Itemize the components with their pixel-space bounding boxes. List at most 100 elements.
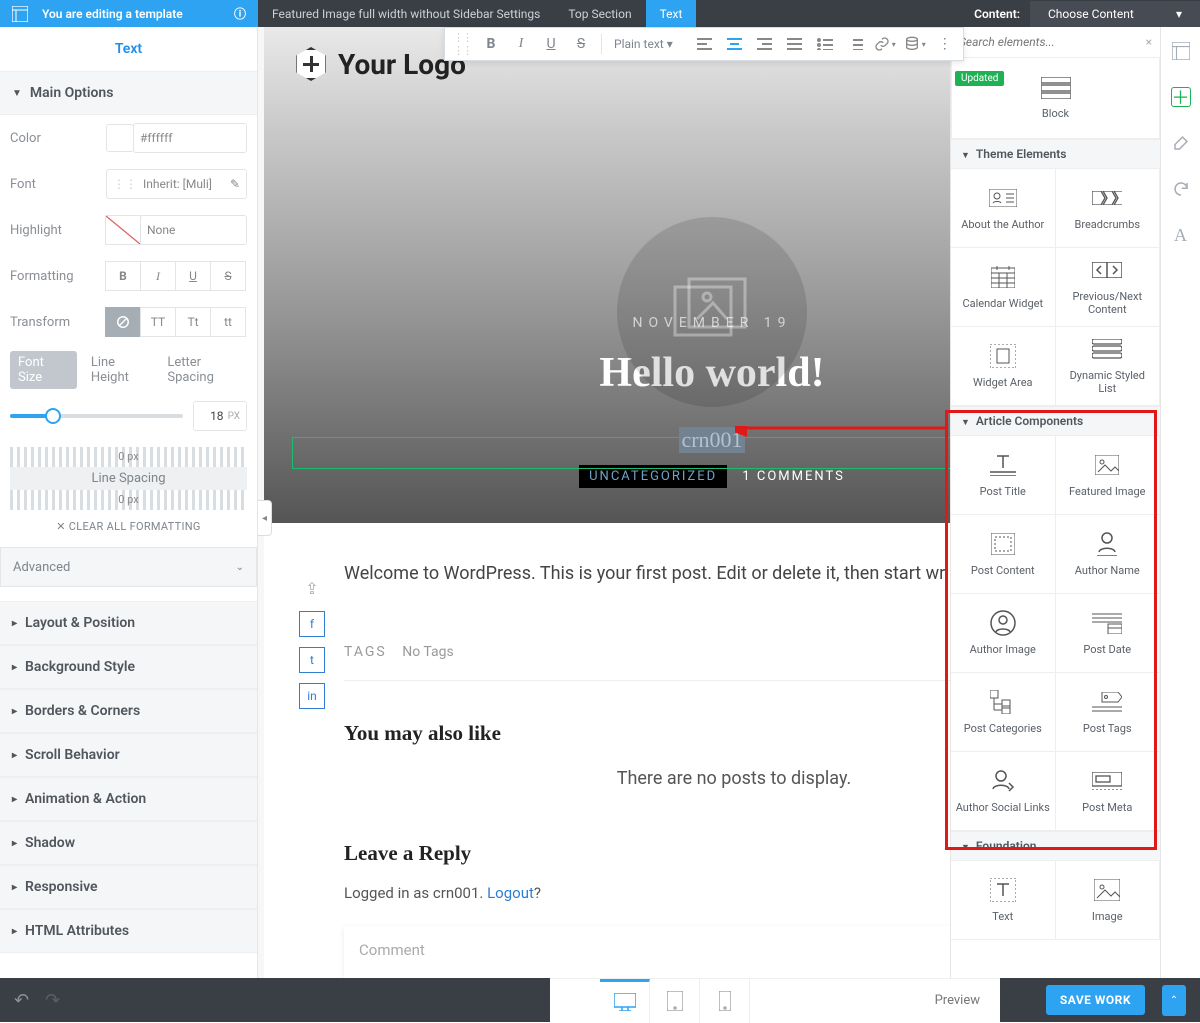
clear-formatting-button[interactable]: ✕ CLEAR ALL FORMATTING	[0, 510, 257, 547]
logout-link[interactable]: Logout	[487, 884, 534, 902]
block-icon	[1041, 77, 1071, 99]
right-tool-rail: ＋ A	[1160, 27, 1200, 1022]
breadcrumb-item[interactable]: Top Section	[554, 0, 645, 27]
tb-strike[interactable]: S	[567, 30, 595, 58]
main-options-header[interactable]: ▼Main Options	[0, 71, 257, 115]
highlight-input[interactable]: None	[140, 215, 247, 245]
logo-row: Your Logo	[294, 47, 466, 81]
template-rail-icon[interactable]	[1171, 41, 1191, 61]
share-icon[interactable]: ⇪	[299, 575, 325, 601]
list-ol-icon[interactable]	[841, 30, 869, 58]
foundation-grid: Text Image	[951, 861, 1160, 940]
element-breadcrumbs[interactable]: Breadcrumbs	[1055, 168, 1161, 248]
preview-button[interactable]: Preview	[915, 993, 1000, 1008]
element-about-author[interactable]: About the Author	[950, 168, 1056, 248]
font-option: Font ⋮⋮Inherit: [Muli]✎	[0, 161, 257, 207]
font-size-slider[interactable]	[10, 414, 183, 418]
element-image[interactable]: Image	[1055, 860, 1161, 940]
tb-format-select[interactable]: Plain text ▾	[608, 37, 689, 51]
image-icon	[1092, 878, 1122, 902]
animation-action-section[interactable]: ▸Animation & Action	[0, 777, 257, 821]
share-linkedin[interactable]: in	[299, 683, 325, 709]
borders-corners-section[interactable]: ▸Borders & Corners	[0, 689, 257, 733]
theme-elements-header[interactable]: ▼Theme Elements	[951, 139, 1160, 169]
selected-text-element[interactable]: crn001	[679, 427, 744, 453]
left-properties-panel: Text ▼Main Options Color #ffffff Font ⋮⋮…	[0, 27, 258, 978]
device-desktop[interactable]	[600, 979, 650, 1023]
tb-bold[interactable]: B	[477, 30, 505, 58]
tb-italic[interactable]: I	[507, 30, 535, 58]
breadcrumb: Featured Image full width without Sideba…	[258, 0, 696, 27]
element-block[interactable]: Block	[951, 57, 1160, 139]
element-prev-next[interactable]: Previous/Next Content	[1055, 247, 1161, 327]
strike-button[interactable]: S	[210, 261, 246, 291]
add-element-icon[interactable]: ＋	[1171, 87, 1191, 107]
comments-count[interactable]: 1 COMMENTS	[742, 469, 845, 484]
letter-spacing-tab[interactable]: Letter Spacing	[167, 355, 247, 385]
top-bar: You are editing a template ⓘ Featured Im…	[0, 0, 1200, 27]
italic-button[interactable]: I	[140, 261, 176, 291]
align-left-icon[interactable]	[691, 30, 719, 58]
share-twitter[interactable]: t	[299, 647, 325, 673]
line-height-tab[interactable]: Line Height	[91, 355, 154, 385]
breadcrumb-item-active[interactable]: Text	[646, 0, 697, 27]
tb-underline[interactable]: U	[537, 30, 565, 58]
line-spacing-label[interactable]: Line Spacing	[10, 467, 247, 490]
font-size-tab[interactable]: Font Size	[10, 351, 77, 389]
search-close-icon[interactable]: ×	[1146, 35, 1152, 49]
redo-button[interactable]: ↷	[45, 990, 60, 1011]
share-facebook[interactable]: f	[299, 611, 325, 637]
undo-button[interactable]: ↶	[14, 990, 29, 1011]
color-input[interactable]: #ffffff	[133, 123, 247, 153]
info-icon[interactable]: ⓘ	[234, 5, 246, 22]
data-icon[interactable]: ▾	[901, 30, 929, 58]
no-highlight-swatch[interactable]	[105, 215, 141, 245]
html-attributes-section[interactable]: ▸HTML Attributes	[0, 909, 257, 953]
style-rail-icon[interactable]	[1171, 133, 1191, 153]
text-format-toolbar[interactable]: ⋮⋮⋮⋮ B I U S Plain text ▾ ▾ ▾ ⋮	[444, 27, 964, 61]
elements-search-input[interactable]	[959, 35, 1146, 49]
save-work-button[interactable]: SAVE WORK	[1046, 985, 1145, 1015]
device-mobile[interactable]	[700, 979, 750, 1023]
color-swatch[interactable]	[106, 124, 134, 152]
more-icon[interactable]: ⋮	[931, 30, 959, 58]
bold-button[interactable]: B	[105, 261, 141, 291]
transform-cap-button[interactable]: Tt	[175, 307, 211, 337]
transform-none-button[interactable]	[105, 307, 141, 337]
reload-rail-icon[interactable]	[1171, 179, 1191, 199]
save-more-button[interactable]: ⌃	[1162, 985, 1186, 1016]
underline-button[interactable]: U	[175, 261, 211, 291]
panel-collapse-toggle[interactable]: ◂	[258, 500, 272, 536]
element-styled-list[interactable]: Dynamic Styled List	[1055, 326, 1161, 406]
align-justify-icon[interactable]	[781, 30, 809, 58]
author-card-icon	[988, 186, 1018, 210]
align-center-icon[interactable]	[721, 30, 749, 58]
size-tabs: Font Size Line Height Letter Spacing	[0, 345, 257, 395]
device-tablet[interactable]	[650, 979, 700, 1023]
font-input[interactable]: ⋮⋮Inherit: [Muli]✎	[106, 169, 247, 199]
advanced-row[interactable]: Advanced⌄	[0, 547, 257, 587]
scroll-behavior-section[interactable]: ▸Scroll Behavior	[0, 733, 257, 777]
tags-label: TAGS	[344, 644, 387, 660]
shadow-section[interactable]: ▸Shadow	[0, 821, 257, 865]
link-icon[interactable]: ▾	[871, 30, 899, 58]
slider-thumb[interactable]	[45, 408, 61, 424]
font-size-value[interactable]: 18PX	[193, 401, 247, 431]
element-widget-area[interactable]: Widget Area	[950, 326, 1056, 406]
responsive-section[interactable]: ▸Responsive	[0, 865, 257, 909]
breadcrumb-item[interactable]: Featured Image full width without Sideba…	[258, 0, 554, 27]
align-right-icon[interactable]	[751, 30, 779, 58]
spacing-top-indicator: 0 px	[10, 447, 247, 467]
choose-content-dropdown[interactable]: Choose Content▾	[1030, 1, 1200, 27]
background-style-section[interactable]: ▸Background Style	[0, 645, 257, 689]
element-text[interactable]: Text	[950, 860, 1056, 940]
transform-lower-button[interactable]: tt	[210, 307, 246, 337]
elements-search-row: ×	[951, 27, 1160, 58]
layout-position-section[interactable]: ▸Layout & Position	[0, 601, 257, 645]
list-ul-icon[interactable]	[811, 30, 839, 58]
typography-rail-icon[interactable]: A	[1171, 225, 1191, 245]
transform-upper-button[interactable]: TT	[140, 307, 176, 337]
toolbar-grip[interactable]: ⋮⋮⋮⋮	[449, 31, 475, 57]
element-calendar[interactable]: Calendar Widget	[950, 247, 1056, 327]
theme-elements-grid: About the Author Breadcrumbs Calendar Wi…	[951, 169, 1160, 406]
